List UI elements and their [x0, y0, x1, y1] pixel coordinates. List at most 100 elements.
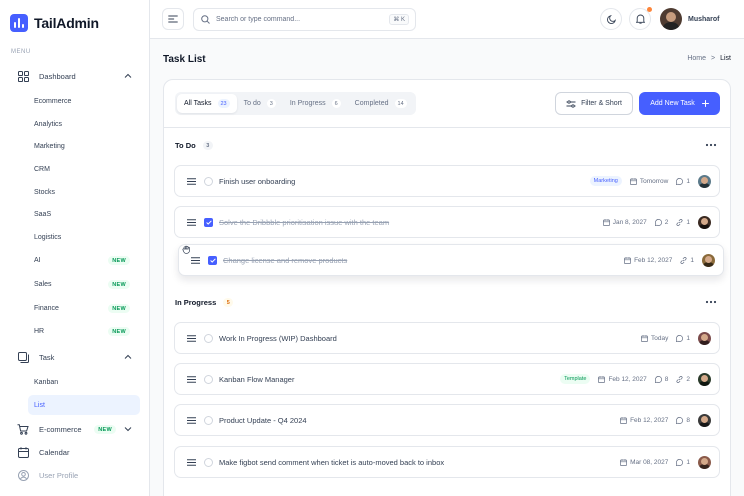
notification-dot	[647, 7, 652, 12]
menu-toggle-icon	[168, 15, 178, 23]
breadcrumb-home[interactable]: Home	[687, 55, 706, 62]
calendar-icon	[620, 458, 628, 466]
task-row-dragging[interactable]: Change license and remove products Feb 1…	[178, 244, 724, 276]
sidebar-item-ecommerce-dashboard[interactable]: Ecommerce	[28, 91, 140, 111]
task-checkbox[interactable]	[204, 217, 213, 227]
tab-in-progress[interactable]: In Progress 6	[283, 94, 348, 113]
theme-toggle-button[interactable]	[600, 8, 622, 30]
avatar[interactable]	[698, 331, 711, 345]
tab-label: To do	[243, 100, 261, 107]
avatar[interactable]	[698, 455, 711, 469]
sidebar-item-logistics[interactable]: Logistics	[28, 227, 140, 247]
task-title: Change license and remove products	[223, 255, 348, 265]
task-title: Kanban Flow Manager	[219, 374, 295, 384]
user-menu[interactable]: Musharof	[660, 8, 720, 30]
sidebar-toggle-button[interactable]	[162, 8, 184, 30]
drag-handle-icon[interactable]	[187, 177, 197, 185]
more-options-icon[interactable]	[705, 142, 717, 148]
task-checkbox[interactable]	[204, 374, 213, 384]
new-badge: NEW	[94, 425, 116, 434]
comment-count: 1	[686, 334, 690, 342]
sidebar-item-calendar[interactable]: Calendar	[10, 442, 140, 462]
tab-label: All Tasks	[184, 100, 212, 107]
brand-logo[interactable]: TailAdmin	[10, 14, 99, 32]
sidebar-item-marketing[interactable]: Marketing	[28, 136, 140, 156]
task-checkbox[interactable]	[204, 457, 213, 467]
new-badge: NEW	[108, 256, 130, 265]
avatar[interactable]	[702, 253, 715, 267]
group-title-in-progress: In Progress 5	[175, 298, 234, 307]
tab-all-tasks[interactable]: All Tasks 23	[177, 94, 237, 113]
task-row[interactable]: Work In Progress (WIP) Dashboard Today 1	[174, 322, 720, 354]
breadcrumb-separator: >	[711, 55, 716, 62]
sidebar-item-ai[interactable]: AI NEW	[28, 250, 140, 270]
sidebar-item-saas[interactable]: SaaS	[28, 204, 140, 224]
comment-icon	[654, 218, 662, 226]
avatar[interactable]	[698, 413, 711, 427]
sidebar-item-dashboard[interactable]: Dashboard	[10, 66, 140, 86]
task-list-card: All Tasks 23 To do 3 In Progress 6 Complete…	[163, 79, 731, 496]
sidebar-item-finance[interactable]: Finance NEW	[28, 298, 140, 318]
tab-count: 14	[394, 99, 407, 108]
sidebar-item-label: Dashboard	[39, 71, 76, 81]
calendar-icon	[629, 177, 637, 185]
add-label: Add New Task	[650, 100, 695, 107]
sidebar-item-label: Marketing	[34, 142, 65, 150]
search-input[interactable]	[216, 16, 376, 23]
sidebar-item-task[interactable]: Task	[10, 347, 140, 367]
task-checkbox[interactable]	[204, 415, 213, 425]
sidebar-item-sales[interactable]: Sales NEW	[28, 274, 140, 294]
avatar[interactable]	[698, 215, 711, 229]
notifications-button[interactable]	[629, 7, 652, 30]
sidebar-item-label: E-commerce	[39, 424, 82, 434]
task-row[interactable]: Solve the Dribbble prioritisation issue …	[174, 206, 720, 238]
new-badge: NEW	[108, 304, 130, 313]
sidebar-item-label: Calendar	[39, 447, 70, 457]
sidebar-item-stocks[interactable]: Stocks	[28, 182, 140, 202]
sidebar-item-ecommerce[interactable]: E-commerce NEW	[10, 419, 140, 439]
sidebar-item-label: Ecommerce	[34, 97, 72, 105]
sidebar-item-label: Sales	[34, 280, 52, 288]
filter-sort-button[interactable]: Filter & Short	[555, 92, 633, 115]
tab-label: Completed	[354, 100, 389, 107]
comment-icon	[676, 458, 684, 466]
cart-icon	[16, 422, 30, 436]
search-bar[interactable]: ⌘ K	[193, 8, 416, 31]
drag-handle-icon[interactable]	[187, 416, 197, 424]
avatar[interactable]	[698, 372, 711, 386]
drag-handle-icon[interactable]	[187, 458, 197, 466]
calendar-icon	[16, 445, 30, 459]
drag-handle-icon[interactable]	[187, 375, 197, 383]
sidebar-item-label: Logistics	[34, 233, 62, 241]
task-checkbox[interactable]	[204, 176, 213, 186]
user-name: Musharof	[688, 15, 720, 23]
task-date: Feb 12, 2027	[634, 256, 673, 264]
task-row[interactable]: Finish user onboarding Marketing Tomorro…	[174, 165, 720, 197]
tab-to-do[interactable]: To do 3	[237, 94, 283, 113]
task-checkbox[interactable]	[208, 255, 217, 265]
sidebar-item-user-profile[interactable]: User Profile	[10, 465, 140, 485]
chevron-down-icon	[124, 425, 132, 433]
sidebar-item-kanban[interactable]: Kanban	[28, 372, 140, 392]
sidebar-item-hr[interactable]: HR NEW	[28, 321, 140, 341]
moon-icon	[606, 14, 616, 24]
tab-completed[interactable]: Completed 14	[348, 94, 414, 113]
task-row[interactable]: Product Update - Q4 2024 Feb 12, 2027 8	[174, 404, 720, 436]
task-row[interactable]: Make figbot send comment when ticket is …	[174, 446, 720, 478]
more-options-icon[interactable]	[705, 299, 717, 305]
task-checkbox[interactable]	[204, 333, 213, 343]
task-row[interactable]: Kanban Flow Manager Template Feb 12, 202…	[174, 363, 720, 395]
sidebar-item-analytics[interactable]: Analytics	[28, 114, 140, 134]
task-meta: Template Feb 12, 2027 8 2	[560, 364, 711, 394]
add-new-task-button[interactable]: Add New Task	[639, 92, 720, 115]
drag-handle-icon[interactable]	[187, 334, 197, 342]
tab-count: 3	[266, 99, 276, 108]
sidebar-item-list[interactable]: List	[28, 395, 140, 415]
avatar[interactable]	[698, 174, 711, 188]
task-tag: Marketing	[589, 176, 622, 186]
comment-count: 8	[686, 416, 690, 424]
sidebar-item-crm[interactable]: CRM	[28, 159, 140, 179]
drag-handle-icon[interactable]	[187, 218, 197, 226]
drag-handle-icon[interactable]	[191, 256, 201, 264]
task-date: Feb 12, 2027	[608, 375, 647, 383]
